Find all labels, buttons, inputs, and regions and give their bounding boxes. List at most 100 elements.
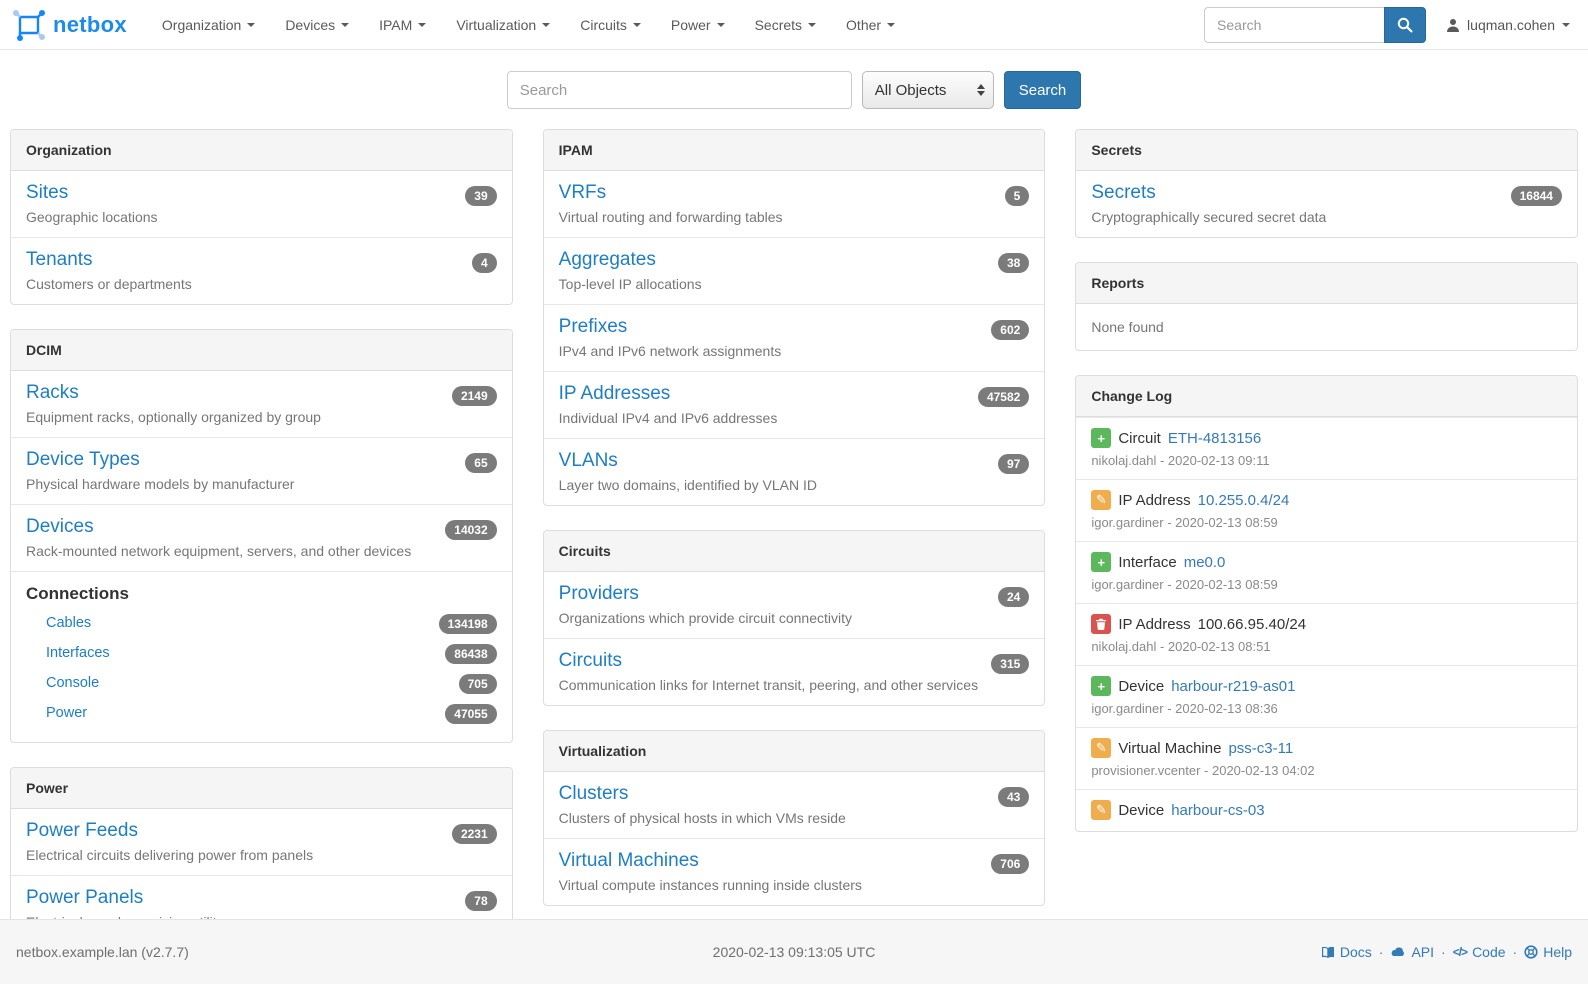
panel-virtualization: Virtualization43ClustersClusters of phys… (543, 730, 1046, 906)
navbar-search-button[interactable] (1384, 7, 1426, 43)
count-badge: 47582 (978, 387, 1029, 407)
log-object-link[interactable]: harbour-r219-as01 (1171, 678, 1295, 695)
connections-section: Connections134198Cables86438Interfaces70… (11, 571, 512, 742)
item-description: Clusters of physical hosts in which VMs … (559, 810, 1030, 826)
count-badge: 65 (465, 453, 496, 473)
brand-name: netbox (53, 12, 127, 38)
count-badge: 602 (991, 320, 1029, 340)
nav-item-organization[interactable]: Organization (147, 1, 270, 49)
item-link-ip-addresses[interactable]: IP Addresses (559, 383, 671, 404)
netbox-logo-icon (12, 9, 46, 41)
nav-item-circuits[interactable]: Circuits (565, 1, 656, 49)
item-link-tenants[interactable]: Tenants (26, 249, 93, 270)
footer-link-code[interactable]: </>Code (1453, 944, 1506, 960)
item-link-sites[interactable]: Sites (26, 182, 68, 203)
search-icon (1397, 17, 1413, 33)
item-link-cables[interactable]: Cables (46, 615, 91, 631)
sub-list-item: 47055Power (26, 700, 497, 730)
list-item: 39SitesGeographic locations (11, 171, 512, 237)
global-search-button[interactable]: Search (1004, 71, 1082, 109)
count-badge: 2231 (452, 824, 497, 844)
log-object-type: Virtual Machine (1118, 740, 1221, 757)
navbar-right: luqman.cohen (1204, 7, 1576, 43)
nav-item-virtualization[interactable]: Virtualization (441, 1, 565, 49)
panel-title: Reports (1076, 263, 1577, 304)
log-object-link[interactable]: pss-c3-11 (1228, 740, 1293, 757)
list-item: 24ProvidersOrganizations which provide c… (544, 572, 1045, 638)
nav-item-ipam[interactable]: IPAM (364, 1, 441, 49)
item-link-device-types[interactable]: Device Types (26, 449, 140, 470)
column-left: Organization39SitesGeographic locations4… (10, 129, 513, 943)
item-link-racks[interactable]: Racks (26, 382, 79, 403)
footer-link-help[interactable]: Help (1524, 944, 1572, 960)
count-badge: 706 (991, 854, 1029, 874)
plus-icon: + (1091, 552, 1111, 572)
panel-title: Secrets (1076, 130, 1577, 171)
changelog-entry: +Interface me0.0igor.gardiner - 2020-02-… (1076, 541, 1577, 603)
item-link-prefixes[interactable]: Prefixes (559, 316, 628, 337)
footer-link-docs[interactable]: Docs (1321, 944, 1372, 960)
separator: · (1379, 944, 1384, 960)
changelog-entry: ✎IP Address 10.255.0.4/24igor.gardiner -… (1076, 479, 1577, 541)
user-menu[interactable]: luqman.cohen (1446, 17, 1576, 33)
panel-list: 5VRFsVirtual routing and forwarding tabl… (544, 171, 1045, 505)
log-object-link[interactable]: 10.255.0.4/24 (1198, 492, 1290, 509)
item-link-console[interactable]: Console (46, 675, 99, 691)
item-description: Geographic locations (26, 209, 497, 225)
nav-item-label: Power (671, 17, 711, 33)
panel-title: Power (11, 768, 512, 809)
item-link-power-feeds[interactable]: Power Feeds (26, 820, 138, 841)
log-meta: nikolaj.dahl - 2020-02-13 09:11 (1091, 453, 1562, 468)
navbar-search-input[interactable] (1204, 7, 1384, 43)
panel-power: Power2231Power FeedsElectrical circuits … (10, 767, 513, 943)
log-object-link[interactable]: me0.0 (1184, 554, 1226, 571)
chevron-down-icon (247, 23, 255, 27)
item-link-vlans[interactable]: VLANs (559, 450, 618, 471)
panel-ipam: IPAM5VRFsVirtual routing and forwarding … (543, 129, 1046, 506)
user-icon (1446, 18, 1460, 32)
subsection-title: Connections (26, 584, 497, 604)
log-title: ✎IP Address 10.255.0.4/24 (1091, 490, 1562, 510)
column-middle: IPAM5VRFsVirtual routing and forwarding … (543, 129, 1046, 906)
log-title: ✎Device harbour-cs-03 (1091, 800, 1562, 820)
list-item: 65Device TypesPhysical hardware models b… (11, 437, 512, 504)
item-link-interfaces[interactable]: Interfaces (46, 645, 110, 661)
username: luqman.cohen (1467, 17, 1555, 33)
item-link-providers[interactable]: Providers (559, 583, 639, 604)
list-item: 2231Power FeedsElectrical circuits deliv… (11, 809, 512, 875)
chevron-down-icon (418, 23, 426, 27)
panel-changelog: Change Log+Circuit ETH-4813156nikolaj.da… (1075, 375, 1578, 832)
empty-text: None found (1076, 304, 1577, 350)
item-link-clusters[interactable]: Clusters (559, 783, 629, 804)
nav-item-label: Organization (162, 17, 241, 33)
search-scope-select[interactable]: All Objects (862, 71, 994, 109)
count-badge: 38 (998, 253, 1029, 273)
count-badge: 78 (465, 891, 496, 911)
global-search-input[interactable] (507, 71, 852, 109)
item-link-power-panels[interactable]: Power Panels (26, 887, 143, 908)
log-meta: igor.gardiner - 2020-02-13 08:36 (1091, 701, 1562, 716)
nav-item-devices[interactable]: Devices (270, 1, 364, 49)
item-link-secrets[interactable]: Secrets (1091, 182, 1155, 203)
log-object-link[interactable]: harbour-cs-03 (1171, 802, 1264, 819)
log-object-type: Device (1118, 802, 1164, 819)
count-badge: 2149 (452, 386, 497, 406)
item-link-power[interactable]: Power (46, 705, 87, 721)
count-badge: 705 (459, 674, 497, 694)
plus-icon: + (1091, 428, 1111, 448)
item-link-circuits[interactable]: Circuits (559, 650, 622, 671)
nav-item-power[interactable]: Power (656, 1, 740, 49)
pencil-icon: ✎ (1091, 738, 1111, 758)
item-description: Customers or departments (26, 276, 497, 292)
count-badge: 4 (472, 253, 497, 273)
item-link-vrfs[interactable]: VRFs (559, 182, 607, 203)
item-link-devices[interactable]: Devices (26, 516, 94, 537)
netbox-logo[interactable]: netbox (12, 9, 127, 41)
item-link-virtual-machines[interactable]: Virtual Machines (559, 850, 699, 871)
nav-item-secrets[interactable]: Secrets (740, 1, 831, 49)
nav-item-other[interactable]: Other (831, 1, 910, 49)
log-object-link[interactable]: ETH-4813156 (1168, 430, 1261, 447)
footer-link-api[interactable]: API (1390, 944, 1434, 960)
footer-link-label: API (1411, 944, 1434, 960)
item-link-aggregates[interactable]: Aggregates (559, 249, 656, 270)
